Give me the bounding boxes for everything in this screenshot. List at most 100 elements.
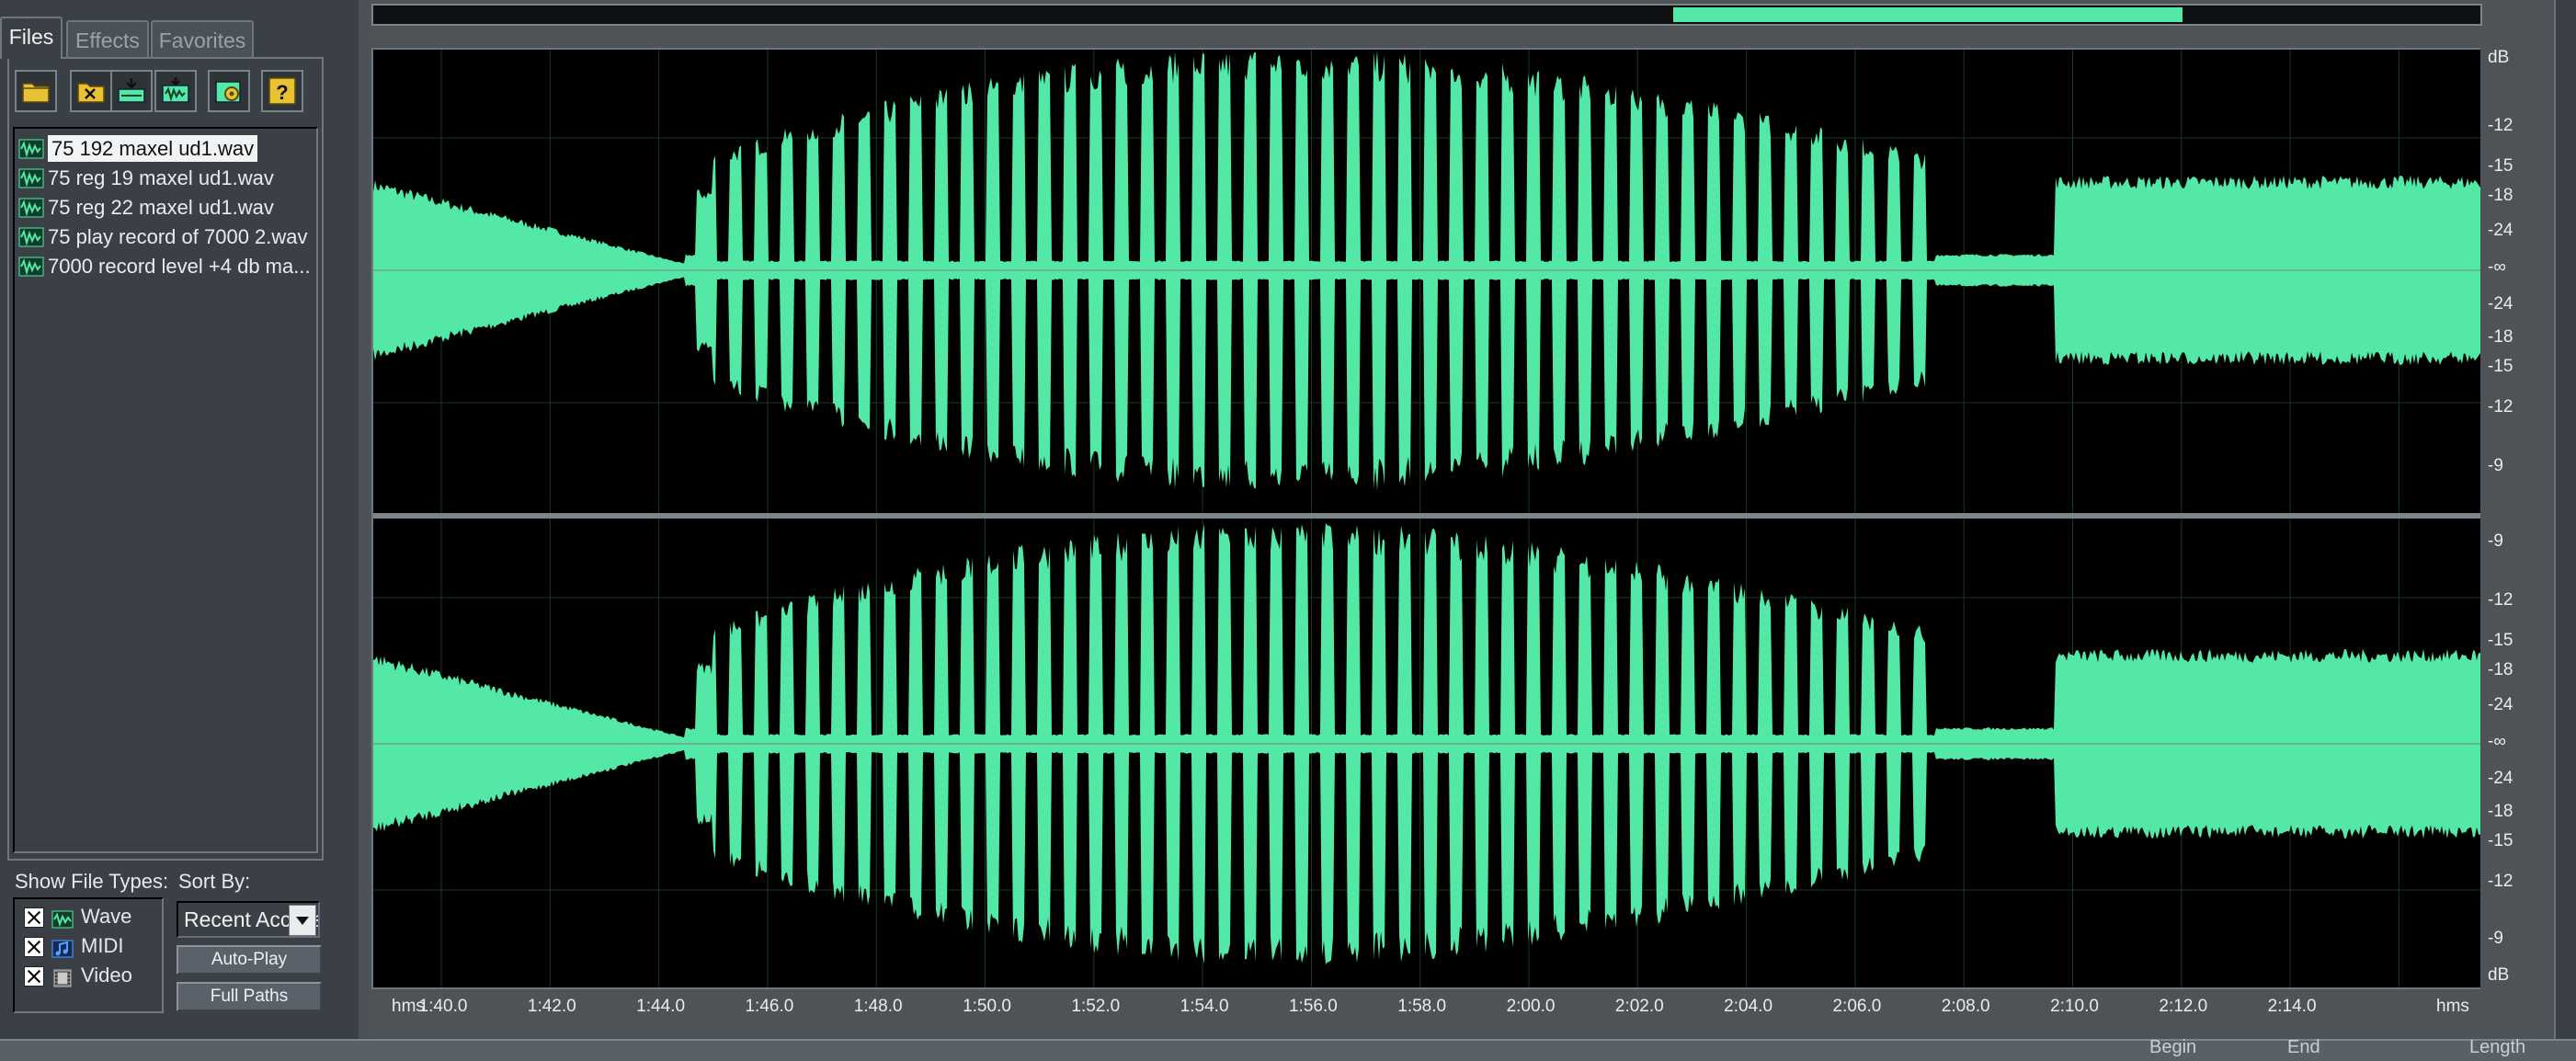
organizer-panel: Files Effects Favorites ? 75 192 maxel u…: [0, 0, 360, 1039]
db-label: dB: [2488, 48, 2510, 67]
time-tick-label: 2:10.0: [2050, 997, 2099, 1016]
time-tick-label: 1:56.0: [1288, 997, 1338, 1016]
db-label: -18: [2488, 327, 2513, 347]
file-type-video[interactable]: Video: [24, 962, 132, 989]
tab-files[interactable]: Files: [0, 17, 63, 59]
db-label: -∞: [2488, 732, 2506, 751]
time-tick-label: 2:00.0: [1506, 997, 1556, 1016]
db-label: -15: [2488, 357, 2513, 376]
file-list-item[interactable]: 75 reg 22 maxel ud1.wav: [18, 193, 316, 221]
file-types-box: Wave MIDI Video: [13, 897, 164, 1013]
time-tick-label: 2:08.0: [1941, 997, 1990, 1016]
svg-text:?: ?: [276, 81, 288, 104]
close-folder-icon: [77, 83, 105, 103]
file-list[interactable]: 75 192 maxel ud1.wav 75 reg 19 maxel ud1…: [13, 127, 318, 853]
selection-length-label: Length: [2469, 1037, 2526, 1057]
video-checkbox[interactable]: [24, 966, 44, 987]
time-tick-label: 2:06.0: [1832, 997, 1882, 1016]
time-tick-label: 1:46.0: [745, 997, 794, 1016]
db-label: -12: [2488, 590, 2513, 610]
time-tick-label: 1:48.0: [853, 997, 903, 1016]
full-paths-button[interactable]: Full Paths: [177, 982, 322, 1011]
waveform-display[interactable]: [371, 48, 2482, 989]
wave-type-icon: [51, 908, 74, 929]
db-label: dB: [2488, 965, 2510, 985]
db-label: -18: [2488, 802, 2513, 821]
chevron-down-icon[interactable]: [289, 905, 316, 936]
time-tick-label: 1:58.0: [1397, 997, 1447, 1016]
time-unit-right: hms: [2436, 997, 2469, 1016]
wave-checkbox[interactable]: [24, 907, 44, 929]
db-label: -24: [2488, 221, 2513, 240]
file-type-midi[interactable]: MIDI: [24, 932, 123, 960]
options-button[interactable]: [208, 70, 250, 112]
sort-by-select[interactable]: Recent Access: [177, 901, 320, 938]
file-type-wave[interactable]: Wave: [24, 903, 131, 930]
db-label: -15: [2488, 156, 2513, 176]
channel-divider: [373, 513, 2480, 519]
tab-favorites[interactable]: Favorites: [151, 20, 254, 57]
db-label: -∞: [2488, 257, 2506, 277]
selection-end-label: End: [2287, 1037, 2320, 1057]
wave-file-icon: [18, 168, 44, 188]
file-list-item[interactable]: 75 reg 19 maxel ud1.wav: [18, 164, 316, 191]
insert-track-icon: [118, 78, 145, 103]
sort-by-label: Sort By:: [178, 870, 251, 893]
db-label: -24: [2488, 294, 2513, 314]
db-label: -9: [2488, 929, 2503, 948]
time-tick-label: 1:52.0: [1071, 997, 1121, 1016]
edit-file-button[interactable]: [154, 70, 197, 112]
overview-visible-range[interactable]: [1673, 7, 2183, 22]
gear-icon: [215, 81, 241, 103]
selection-begin-label: Begin: [2149, 1037, 2197, 1057]
overview-bar[interactable]: [371, 4, 2482, 26]
file-list-item[interactable]: 75 192 maxel ud1.wav: [18, 134, 316, 162]
help-icon: ?: [268, 77, 296, 105]
db-label: -9: [2488, 456, 2503, 475]
db-label: -18: [2488, 186, 2513, 205]
insert-into-multitrack-button[interactable]: [110, 70, 153, 112]
db-label: -12: [2488, 116, 2513, 135]
time-tick-label: 1:44.0: [636, 997, 686, 1016]
help-button[interactable]: ?: [261, 70, 303, 112]
tab-effects[interactable]: Effects: [66, 20, 149, 57]
db-label: -18: [2488, 660, 2513, 679]
video-film-icon: [51, 967, 74, 987]
midi-note-icon: [51, 938, 74, 958]
folder-icon: [22, 83, 50, 103]
status-bar: Begin End Length: [0, 1037, 2576, 1061]
db-label: -24: [2488, 695, 2513, 714]
db-label: -15: [2488, 831, 2513, 850]
waveform-canvas[interactable]: [373, 50, 2480, 987]
time-ruler[interactable]: hms hms 1:40.0 1:42.0 1:44.0 1:46.0 1:48.0 1:…: [371, 989, 2482, 1026]
time-tick-label: 2:12.0: [2159, 997, 2208, 1016]
edit-wave-icon: [162, 77, 189, 103]
open-file-button[interactable]: [15, 70, 57, 112]
time-tick-label: 2:04.0: [1724, 997, 1773, 1016]
time-tick-label: 2:14.0: [2267, 997, 2317, 1016]
time-tick-label: 2:02.0: [1614, 997, 1664, 1016]
time-tick-label: 1:50.0: [963, 997, 1011, 1016]
show-file-types-label: Show File Types:: [15, 870, 169, 893]
close-file-button[interactable]: [70, 70, 112, 112]
midi-checkbox[interactable]: [24, 937, 44, 958]
window-right-border: [2554, 0, 2576, 1059]
db-label: -12: [2488, 397, 2513, 416]
time-tick-label: 1:54.0: [1180, 997, 1229, 1016]
file-list-item[interactable]: 7000 record level +4 db ma...: [18, 252, 316, 280]
db-label: -9: [2488, 531, 2503, 551]
audio-editor-window: Files Effects Favorites ? 75 192 maxel u…: [0, 0, 2576, 1061]
panel-splitter[interactable]: [359, 0, 370, 1039]
db-label: -15: [2488, 631, 2513, 650]
wave-file-icon: [18, 198, 44, 218]
time-tick-label: 1:42.0: [527, 997, 576, 1016]
auto-play-button[interactable]: Auto-Play: [177, 945, 322, 975]
wave-file-icon: [18, 227, 44, 247]
wave-file-icon: [18, 257, 44, 277]
db-label: -24: [2488, 769, 2513, 788]
time-tick-label: 1:40.0: [418, 997, 468, 1016]
file-list-item[interactable]: 75 play record of 7000 2.wav: [18, 222, 316, 250]
wave-file-icon: [18, 139, 44, 159]
db-scale: dB -12 -15 -18 -24 -∞ -24 -18 -15 -12 -9…: [2480, 48, 2554, 989]
db-label: -12: [2488, 872, 2513, 891]
